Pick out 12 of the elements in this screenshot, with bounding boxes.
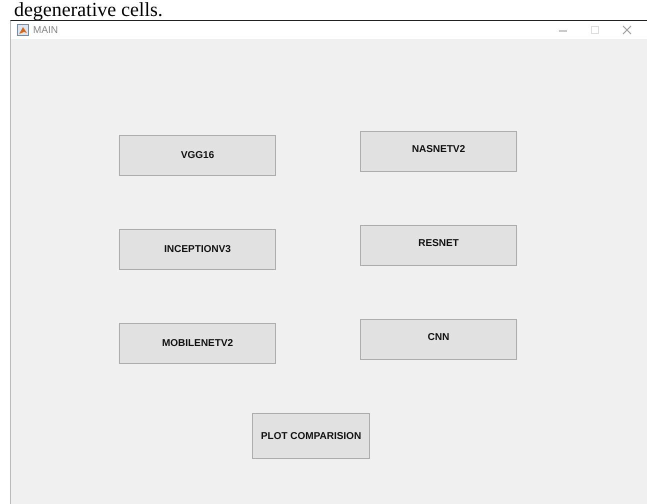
model-button[interactable]: INCEPTIONV3: [119, 229, 276, 270]
model-button[interactable]: MOBILENETV2: [119, 323, 276, 364]
window-title: MAIN: [33, 24, 59, 36]
model-button[interactable]: NASNETV2: [360, 131, 517, 172]
model-button[interactable]: VGG16: [119, 135, 276, 176]
caption-text: degenerative cells.: [13, 0, 164, 20]
app-icon: [17, 24, 29, 36]
model-button[interactable]: CNN: [360, 319, 517, 360]
plot-comparison-button[interactable]: PLOT COMPARISION: [252, 413, 370, 459]
model-button[interactable]: RESNET: [360, 225, 517, 266]
close-icon: [622, 25, 632, 35]
maximize-icon: [590, 25, 600, 35]
